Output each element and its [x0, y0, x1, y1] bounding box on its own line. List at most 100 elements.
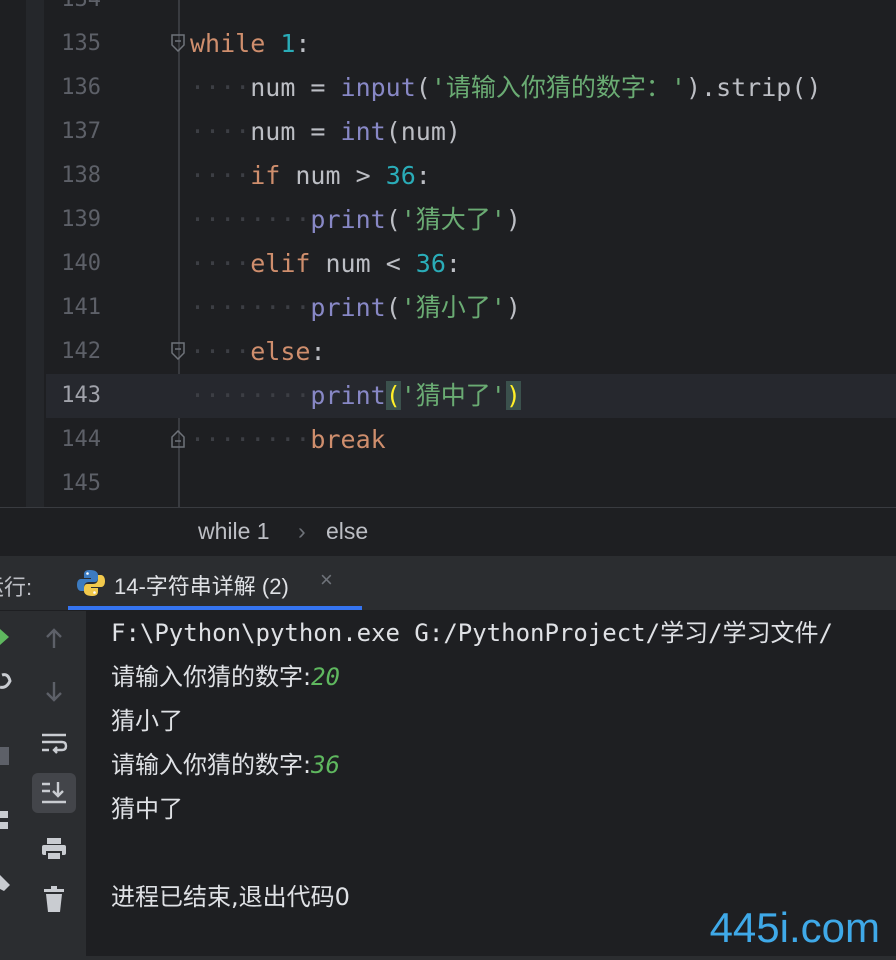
stop-icon[interactable] [0, 747, 9, 765]
code-line[interactable]: 140 ····elif num < 36: [46, 242, 896, 286]
fold-open-icon[interactable] [171, 342, 185, 360]
console-line: 猜小了 [111, 705, 183, 737]
python-icon [76, 568, 106, 603]
console-line: 请输入你猜的数字:36 [111, 749, 340, 781]
whitespace-dots: ···· [190, 117, 251, 146]
code-token: (num) [385, 117, 461, 146]
code-token: print [310, 205, 386, 234]
code-text: ····num = int(num) [190, 110, 461, 154]
scroll-to-end-icon[interactable] [32, 773, 76, 813]
code-token: : [445, 249, 461, 278]
whitespace-dots: ········ [190, 425, 311, 454]
whitespace-dots: ········ [190, 293, 311, 322]
rerun-icon[interactable] [0, 629, 9, 645]
line-number: 144 [61, 427, 101, 452]
code-token: : [415, 161, 431, 190]
run-tab[interactable]: 14-字符串详解 (2) × [68, 556, 362, 610]
breadcrumb: while 1 › else [0, 507, 896, 556]
breadcrumb-item-while[interactable]: while 1 [198, 518, 270, 545]
layout-icon[interactable] [0, 811, 8, 829]
code-line[interactable]: 135 while 1: [46, 22, 896, 66]
run-left-strip [0, 611, 22, 956]
console-output: 猜小了 [111, 707, 183, 735]
whitespace-dots: ···· [190, 249, 251, 278]
code-line[interactable]: 137 ····num = int(num) [46, 110, 896, 154]
code-token: ) [505, 381, 521, 410]
code-text: ····else: [190, 330, 326, 374]
code-text: ········print('猜大了') [190, 198, 521, 242]
code-line[interactable]: 144 ········break [46, 418, 896, 462]
code-line[interactable]: 139 ········print('猜大了') [46, 198, 896, 242]
code-token: 36 [385, 161, 416, 190]
line-number: 143 [61, 383, 101, 408]
code-text: ········break [190, 418, 386, 462]
console-user-input: 36 [311, 751, 340, 779]
whitespace-dots: ···· [190, 73, 251, 102]
code-token: '猜中了' [400, 381, 506, 410]
code-line[interactable]: 143 ········print('猜中了') [46, 374, 896, 418]
code-token: ).strip() [685, 73, 822, 102]
code-token: int [340, 117, 386, 146]
line-number: 134 [46, 0, 101, 22]
wrench-icon[interactable] [0, 673, 12, 689]
fold-open-icon[interactable] [171, 34, 185, 52]
code-token: '请输入你猜的数字：' [430, 73, 686, 102]
code-text: ········print('猜小了') [190, 286, 521, 330]
code-line[interactable]: 145 [46, 462, 896, 506]
run-toolbar [22, 611, 87, 956]
code-token: print [310, 293, 386, 322]
code-token: elif [250, 249, 311, 278]
breadcrumb-item-else[interactable]: else [326, 518, 368, 545]
line-number: 139 [61, 207, 101, 232]
code-token: ( [385, 381, 401, 410]
code-editor[interactable]: 134135while 1:136····num = input('请输入你猜的… [0, 0, 896, 507]
whitespace-dots: ········ [190, 381, 311, 410]
trash-icon[interactable] [32, 879, 76, 919]
code-token: ( [385, 205, 401, 234]
line-number: 141 [61, 295, 101, 320]
code-token: print [310, 381, 386, 410]
up-arrow-icon[interactable] [32, 619, 76, 659]
line-number: 138 [61, 163, 101, 188]
code-token: num < [310, 249, 416, 278]
code-token: num > [280, 161, 386, 190]
code-token: 1 [280, 29, 296, 58]
console-line: 请输入你猜的数字:20 [111, 661, 340, 693]
code-text: ····num = input('请输入你猜的数字：').strip() [190, 66, 821, 110]
console-exit-text: 进程已结束,退出代码0 [111, 883, 350, 911]
print-icon[interactable] [32, 829, 76, 869]
code-token: else [250, 337, 311, 366]
code-line[interactable]: 142 ····else: [46, 330, 896, 374]
close-icon[interactable]: × [320, 567, 333, 593]
code-token: break [310, 425, 386, 454]
line-number: 135 [61, 31, 101, 56]
line-number: 136 [61, 75, 101, 100]
console-exit-line: 进程已结束,退出代码0 [111, 881, 350, 913]
code-token: '猜大了' [400, 205, 506, 234]
soft-wrap-icon[interactable] [32, 723, 76, 763]
console-command-text: F:\Python\python.exe G:/PythonProject/学习… [111, 619, 833, 647]
code-token: num = [250, 117, 341, 146]
run-tab-title: 14-字符串详解 (2) [114, 574, 289, 599]
line-number: 142 [61, 339, 101, 364]
console-output: 猜中了 [111, 795, 183, 823]
fold-close-icon[interactable] [171, 430, 185, 448]
code-line[interactable]: 141 ········print('猜小了') [46, 286, 896, 330]
code-line[interactable]: 138 ····if num > 36: [46, 154, 896, 198]
editor-scrollbar[interactable] [26, 0, 68, 507]
whitespace-dots: ···· [190, 161, 251, 190]
pin-icon[interactable] [0, 875, 10, 891]
line-number: 145 [61, 471, 101, 496]
code-token: '猜小了' [400, 293, 506, 322]
run-label: 运行: [0, 575, 33, 600]
console-prompt: 请输入你猜的数字: [111, 751, 312, 779]
code-line[interactable]: 134 [46, 0, 896, 22]
code-token: : [295, 29, 311, 58]
code-token: if [250, 161, 281, 190]
code-token: ( [385, 293, 401, 322]
code-line[interactable]: 136 ····num = input('请输入你猜的数字：').strip() [46, 66, 896, 110]
code-token: ) [505, 293, 521, 322]
down-arrow-icon[interactable] [32, 671, 76, 711]
code-token: : [310, 337, 326, 366]
